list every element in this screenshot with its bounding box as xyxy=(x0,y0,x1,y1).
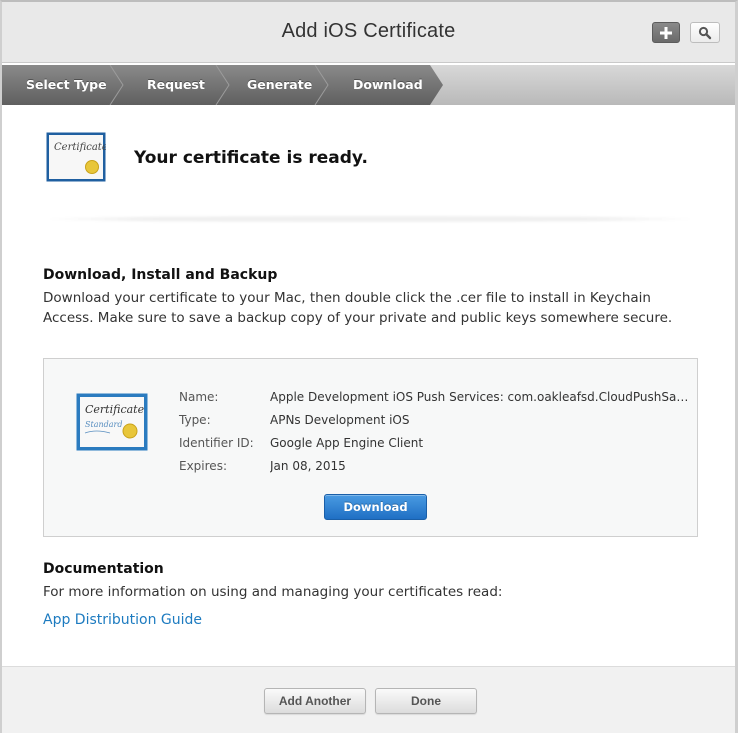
search-icon xyxy=(698,26,712,39)
svg-text:Certificate: Certificate xyxy=(85,403,145,416)
documentation-heading: Documentation xyxy=(43,561,164,577)
page-header: Add iOS Certificate xyxy=(2,2,735,63)
breadcrumb-step-request: Request xyxy=(147,77,205,92)
name-label: Name: xyxy=(179,390,219,404)
breadcrumb-step-generate: Generate xyxy=(247,77,313,92)
add-certificate-window: Add iOS Certificate Select Type Request … xyxy=(0,0,738,733)
breadcrumb-step-select-type: Select Type xyxy=(26,77,107,92)
plus-icon xyxy=(660,26,672,39)
install-instructions-line-2: Access. Make sure to save a backup copy … xyxy=(43,310,673,326)
expires-value: Jan 08, 2015 xyxy=(270,459,346,473)
footer-bar: Add Another Done xyxy=(2,666,735,733)
breadcrumb: Select Type Request Generate Download xyxy=(2,65,735,105)
add-another-button[interactable]: Add Another xyxy=(264,688,366,714)
identifier-id-label: Identifier ID: xyxy=(179,436,254,450)
divider xyxy=(42,216,698,222)
certificate-ready-title: Your certificate is ready. xyxy=(134,148,368,168)
app-distribution-guide-link[interactable]: App Distribution Guide xyxy=(43,612,202,628)
type-value: APNs Development iOS xyxy=(270,413,410,427)
expires-label: Expires: xyxy=(179,459,227,473)
documentation-text: For more information on using and managi… xyxy=(43,584,503,600)
page-title: Add iOS Certificate xyxy=(281,20,456,42)
certificate-icon: Certificate xyxy=(46,132,106,182)
name-value: Apple Development iOS Push Services: com… xyxy=(270,390,690,404)
download-button[interactable]: Download xyxy=(324,494,427,520)
breadcrumb-step-download: Download xyxy=(353,77,423,92)
add-button[interactable] xyxy=(652,22,680,43)
install-heading: Download, Install and Backup xyxy=(43,267,278,283)
search-button[interactable] xyxy=(690,22,720,43)
certificate-standard-icon: Certificate Standard xyxy=(76,393,148,451)
type-label: Type: xyxy=(179,413,211,427)
svg-text:Certificate: Certificate xyxy=(54,142,106,153)
identifier-id-value: Google App Engine Client xyxy=(270,436,424,450)
svg-text:Standard: Standard xyxy=(85,420,122,429)
install-instructions-line-1: Download your certificate to your Mac, t… xyxy=(43,290,651,306)
certificate-details-card: Certificate Standard Name: Apple Develop… xyxy=(43,358,698,537)
done-button[interactable]: Done xyxy=(375,688,477,714)
